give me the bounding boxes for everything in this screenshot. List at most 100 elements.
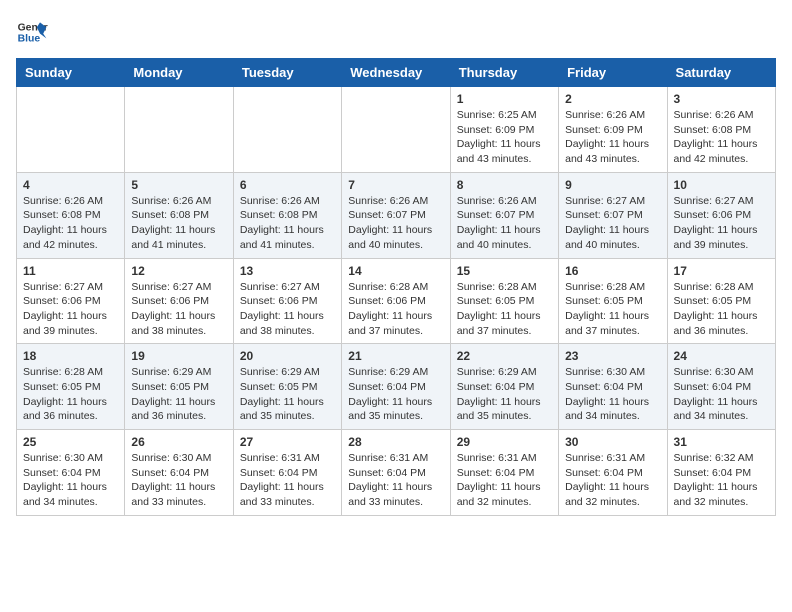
day-info: Sunrise: 6:30 AMSunset: 6:04 PMDaylight:… bbox=[565, 365, 660, 424]
day-info: Sunrise: 6:31 AMSunset: 6:04 PMDaylight:… bbox=[240, 451, 335, 510]
day-info: Sunrise: 6:25 AMSunset: 6:09 PMDaylight:… bbox=[457, 108, 552, 167]
day-number: 11 bbox=[23, 264, 118, 278]
day-cell: 2Sunrise: 6:26 AMSunset: 6:09 PMDaylight… bbox=[559, 87, 667, 173]
day-number: 18 bbox=[23, 349, 118, 363]
day-cell: 11 Sunrise: 6:27 AMSunset: 6:06 PMDayligh… bbox=[17, 258, 125, 344]
day-cell: 14 Sunrise: 6:28 AMSunset: 6:06 PMDayligh… bbox=[342, 258, 450, 344]
page-header: General Blue bbox=[16, 16, 776, 48]
week-row-4: 18 Sunrise: 6:28 AMSunset: 6:05 PMDayligh… bbox=[17, 344, 776, 430]
day-cell: 16Sunrise: 6:28 AMSunset: 6:05 PMDayligh… bbox=[559, 258, 667, 344]
day-number: 1 bbox=[457, 92, 552, 106]
day-number: 31 bbox=[674, 435, 769, 449]
day-number: 30 bbox=[565, 435, 660, 449]
day-cell bbox=[125, 87, 233, 173]
day-cell: 13Sunrise: 6:27 AMSunset: 6:06 PMDayligh… bbox=[233, 258, 341, 344]
day-number: 8 bbox=[457, 178, 552, 192]
day-cell: 15 Sunrise: 6:28 AMSunset: 6:05 PMDayligh… bbox=[450, 258, 558, 344]
day-number: 9 bbox=[565, 178, 660, 192]
day-number: 4 bbox=[23, 178, 118, 192]
day-number: 20 bbox=[240, 349, 335, 363]
day-cell bbox=[17, 87, 125, 173]
day-number: 3 bbox=[674, 92, 769, 106]
day-cell: 17 Sunrise: 6:28 AMSunset: 6:05 PMDayligh… bbox=[667, 258, 775, 344]
day-number: 22 bbox=[457, 349, 552, 363]
day-cell: 3 Sunrise: 6:26 AMSunset: 6:08 PMDaylight… bbox=[667, 87, 775, 173]
day-header-sunday: Sunday bbox=[17, 59, 125, 87]
day-info: Sunrise: 6:29 AMSunset: 6:04 PMDaylight:… bbox=[457, 365, 552, 424]
day-info: Sunrise: 6:28 AMSunset: 6:05 PMDaylight:… bbox=[565, 280, 660, 339]
day-cell: 26 Sunrise: 6:30 AMSunset: 6:04 PMDayligh… bbox=[125, 430, 233, 516]
day-number: 7 bbox=[348, 178, 443, 192]
day-cell: 18 Sunrise: 6:28 AMSunset: 6:05 PMDayligh… bbox=[17, 344, 125, 430]
day-number: 19 bbox=[131, 349, 226, 363]
day-cell: 31 Sunrise: 6:32 AMSunset: 6:04 PMDayligh… bbox=[667, 430, 775, 516]
day-info: Sunrise: 6:32 AMSunset: 6:04 PMDaylight:… bbox=[674, 451, 769, 510]
day-cell bbox=[233, 87, 341, 173]
day-info: Sunrise: 6:27 AMSunset: 6:06 PMDaylight:… bbox=[23, 280, 118, 339]
day-cell: 28 Sunrise: 6:31 AMSunset: 6:04 PMDayligh… bbox=[342, 430, 450, 516]
day-cell: 5 Sunrise: 6:26 AMSunset: 6:08 PMDaylight… bbox=[125, 172, 233, 258]
day-number: 6 bbox=[240, 178, 335, 192]
day-info: Sunrise: 6:29 AMSunset: 6:05 PMDaylight:… bbox=[131, 365, 226, 424]
logo-icon: General Blue bbox=[16, 16, 48, 48]
day-cell: 10 Sunrise: 6:27 AMSunset: 6:06 PMDayligh… bbox=[667, 172, 775, 258]
day-header-friday: Friday bbox=[559, 59, 667, 87]
day-cell: 25 Sunrise: 6:30 AMSunset: 6:04 PMDayligh… bbox=[17, 430, 125, 516]
day-number: 23 bbox=[565, 349, 660, 363]
day-cell: 19 Sunrise: 6:29 AMSunset: 6:05 PMDayligh… bbox=[125, 344, 233, 430]
day-info: Sunrise: 6:27 AMSunset: 6:06 PMDaylight:… bbox=[131, 280, 226, 339]
day-cell: 30Sunrise: 6:31 AMSunset: 6:04 PMDayligh… bbox=[559, 430, 667, 516]
day-number: 29 bbox=[457, 435, 552, 449]
day-cell bbox=[342, 87, 450, 173]
day-info: Sunrise: 6:30 AMSunset: 6:04 PMDaylight:… bbox=[23, 451, 118, 510]
day-info: Sunrise: 6:27 AMSunset: 6:06 PMDaylight:… bbox=[240, 280, 335, 339]
day-header-thursday: Thursday bbox=[450, 59, 558, 87]
day-number: 25 bbox=[23, 435, 118, 449]
week-row-1: 1 Sunrise: 6:25 AMSunset: 6:09 PMDaylight… bbox=[17, 87, 776, 173]
day-info: Sunrise: 6:28 AMSunset: 6:06 PMDaylight:… bbox=[348, 280, 443, 339]
day-header-saturday: Saturday bbox=[667, 59, 775, 87]
day-info: Sunrise: 6:28 AMSunset: 6:05 PMDaylight:… bbox=[23, 365, 118, 424]
day-info: Sunrise: 6:29 AMSunset: 6:05 PMDaylight:… bbox=[240, 365, 335, 424]
day-cell: 6Sunrise: 6:26 AMSunset: 6:08 PMDaylight… bbox=[233, 172, 341, 258]
day-cell: 9 Sunrise: 6:27 AMSunset: 6:07 PMDaylight… bbox=[559, 172, 667, 258]
day-cell: 23 Sunrise: 6:30 AMSunset: 6:04 PMDayligh… bbox=[559, 344, 667, 430]
day-info: Sunrise: 6:26 AMSunset: 6:08 PMDaylight:… bbox=[131, 194, 226, 253]
day-info: Sunrise: 6:27 AMSunset: 6:06 PMDaylight:… bbox=[674, 194, 769, 253]
day-number: 2 bbox=[565, 92, 660, 106]
day-header-wednesday: Wednesday bbox=[342, 59, 450, 87]
day-info: Sunrise: 6:26 AMSunset: 6:07 PMDaylight:… bbox=[348, 194, 443, 253]
day-cell: 1 Sunrise: 6:25 AMSunset: 6:09 PMDaylight… bbox=[450, 87, 558, 173]
day-cell: 22 Sunrise: 6:29 AMSunset: 6:04 PMDayligh… bbox=[450, 344, 558, 430]
day-info: Sunrise: 6:26 AMSunset: 6:08 PMDaylight:… bbox=[23, 194, 118, 253]
day-number: 10 bbox=[674, 178, 769, 192]
day-info: Sunrise: 6:31 AMSunset: 6:04 PMDaylight:… bbox=[457, 451, 552, 510]
day-number: 5 bbox=[131, 178, 226, 192]
day-header-monday: Monday bbox=[125, 59, 233, 87]
day-cell: 7 Sunrise: 6:26 AMSunset: 6:07 PMDaylight… bbox=[342, 172, 450, 258]
day-cell: 29 Sunrise: 6:31 AMSunset: 6:04 PMDayligh… bbox=[450, 430, 558, 516]
day-info: Sunrise: 6:30 AMSunset: 6:04 PMDaylight:… bbox=[131, 451, 226, 510]
day-info: Sunrise: 6:26 AMSunset: 6:08 PMDaylight:… bbox=[674, 108, 769, 167]
day-number: 21 bbox=[348, 349, 443, 363]
day-info: Sunrise: 6:31 AMSunset: 6:04 PMDaylight:… bbox=[348, 451, 443, 510]
day-cell: 20 Sunrise: 6:29 AMSunset: 6:05 PMDayligh… bbox=[233, 344, 341, 430]
day-cell: 24Sunrise: 6:30 AMSunset: 6:04 PMDayligh… bbox=[667, 344, 775, 430]
day-number: 26 bbox=[131, 435, 226, 449]
day-number: 17 bbox=[674, 264, 769, 278]
day-info: Sunrise: 6:30 AMSunset: 6:04 PMDaylight:… bbox=[674, 365, 769, 424]
day-info: Sunrise: 6:29 AMSunset: 6:04 PMDaylight:… bbox=[348, 365, 443, 424]
day-number: 14 bbox=[348, 264, 443, 278]
day-header-tuesday: Tuesday bbox=[233, 59, 341, 87]
day-cell: 27Sunrise: 6:31 AMSunset: 6:04 PMDayligh… bbox=[233, 430, 341, 516]
svg-text:Blue: Blue bbox=[18, 34, 41, 45]
day-info: Sunrise: 6:28 AMSunset: 6:05 PMDaylight:… bbox=[457, 280, 552, 339]
day-number: 15 bbox=[457, 264, 552, 278]
day-info: Sunrise: 6:28 AMSunset: 6:05 PMDaylight:… bbox=[674, 280, 769, 339]
day-number: 28 bbox=[348, 435, 443, 449]
week-row-2: 4 Sunrise: 6:26 AMSunset: 6:08 PMDaylight… bbox=[17, 172, 776, 258]
day-cell: 8 Sunrise: 6:26 AMSunset: 6:07 PMDaylight… bbox=[450, 172, 558, 258]
day-cell: 21 Sunrise: 6:29 AMSunset: 6:04 PMDayligh… bbox=[342, 344, 450, 430]
day-info: Sunrise: 6:27 AMSunset: 6:07 PMDaylight:… bbox=[565, 194, 660, 253]
day-info: Sunrise: 6:26 AMSunset: 6:07 PMDaylight:… bbox=[457, 194, 552, 253]
